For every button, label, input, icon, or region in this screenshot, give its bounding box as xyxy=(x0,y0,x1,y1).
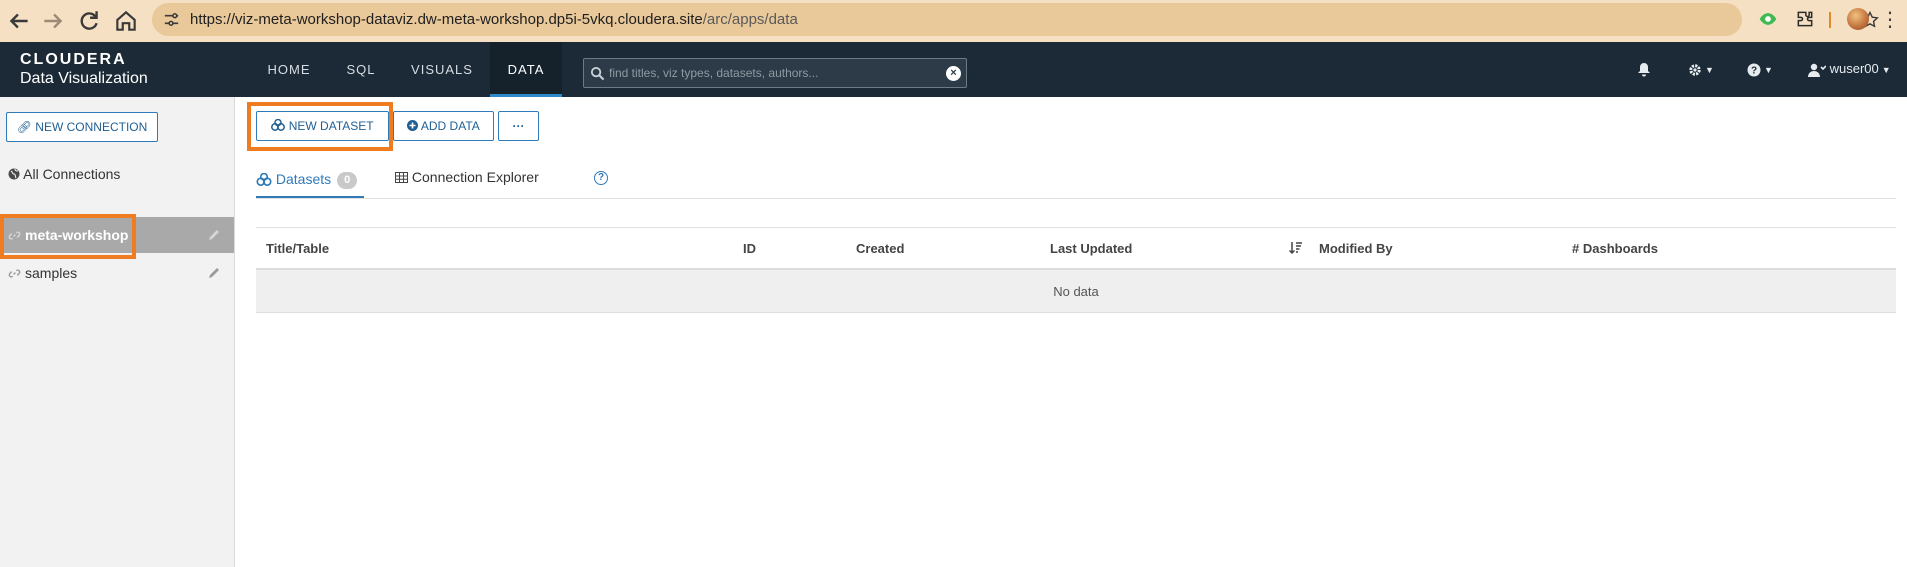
app-header: CLOUDERA Data Visualization HOME SQL VIS… xyxy=(0,42,1907,97)
nav-visuals[interactable]: VISUALS xyxy=(402,42,482,97)
nav-sql[interactable]: SQL xyxy=(340,42,382,97)
help-question-icon[interactable]: ? ▼ xyxy=(1747,58,1773,80)
link-icon: 🔗︎ xyxy=(16,120,32,134)
address-bar[interactable]: https://viz-meta-workshop-dataviz.dw-met… xyxy=(152,3,1879,36)
new-connection-button[interactable]: 🔗︎ NEW CONNECTION xyxy=(6,112,158,142)
home-icon[interactable] xyxy=(113,8,139,34)
extensions-puzzle-icon[interactable] xyxy=(1795,9,1815,29)
url-text: https://viz-meta-workshop-dataviz.dw-met… xyxy=(190,3,798,36)
datasets-icon xyxy=(256,172,272,186)
tab-connection-explorer-label: Connection Explorer xyxy=(411,169,539,185)
column-header-dashboards[interactable]: # Dashboards xyxy=(1572,228,1658,269)
forward-arrow-icon[interactable] xyxy=(40,8,66,34)
user-icon xyxy=(1808,63,1827,77)
add-data-label: ADD DATA xyxy=(420,119,480,133)
more-options-button[interactable]: ··· xyxy=(498,111,539,141)
datasets-icon xyxy=(271,118,286,131)
datasets-table: Title/Table ID Created Last Updated Modi… xyxy=(256,227,1896,313)
reload-icon[interactable] xyxy=(76,8,102,34)
table-header: Title/Table ID Created Last Updated Modi… xyxy=(256,227,1896,270)
back-arrow-icon[interactable] xyxy=(6,8,32,34)
tab-datasets[interactable]: Datasets 0 xyxy=(256,164,364,198)
url-host: https://viz-meta-workshop-dataviz.dw-met… xyxy=(190,11,703,28)
column-header-created[interactable]: Created xyxy=(856,228,904,269)
search-icon xyxy=(590,66,605,81)
empty-state-text: No data xyxy=(1053,284,1099,299)
search-clear-icon[interactable]: × xyxy=(946,66,961,81)
extension-eye-icon[interactable] xyxy=(1758,9,1778,29)
globe-icon xyxy=(8,168,20,180)
tab-datasets-label: Datasets xyxy=(275,171,332,187)
column-header-title[interactable]: Title/Table xyxy=(266,228,329,269)
column-header-modified-by[interactable]: Modified By xyxy=(1319,228,1393,269)
svg-text:?: ? xyxy=(1751,65,1757,76)
link-icon xyxy=(8,231,21,240)
new-connection-label: NEW CONNECTION xyxy=(35,120,148,134)
search-input[interactable] xyxy=(609,59,934,87)
brand-name: CLOUDERA xyxy=(20,51,127,68)
notifications-bell-icon[interactable] xyxy=(1637,58,1651,80)
nav-home[interactable]: HOME xyxy=(256,42,322,97)
tabs-divider xyxy=(256,198,1896,199)
search-box: × xyxy=(583,58,967,88)
edit-pencil-icon[interactable] xyxy=(207,266,221,280)
new-dataset-button[interactable]: NEW DATASET xyxy=(256,111,389,141)
help-icon[interactable]: ? xyxy=(594,171,608,185)
browser-toolbar: https://viz-meta-workshop-dataviz.dw-met… xyxy=(0,0,1907,42)
datasets-count-badge: 0 xyxy=(337,171,358,189)
connections-sidebar: 🔗︎ NEW CONNECTION All Connections meta-w… xyxy=(0,97,235,567)
edit-pencil-icon[interactable] xyxy=(207,228,221,242)
connection-label: samples xyxy=(25,265,78,281)
nav-data[interactable]: DATA xyxy=(490,42,562,97)
column-header-id[interactable]: ID xyxy=(743,228,756,269)
all-connections-label: All Connections xyxy=(23,166,121,182)
connection-item-meta-workshop[interactable]: meta-workshop xyxy=(0,217,234,253)
settings-gear-icon[interactable]: ▼ xyxy=(1688,58,1714,80)
connection-label: meta-workshop xyxy=(25,227,129,243)
link-icon xyxy=(8,269,21,278)
sort-descending-icon[interactable] xyxy=(1288,228,1303,269)
browser-menu-icon[interactable]: ⋮ xyxy=(1880,9,1900,31)
brand-logo[interactable]: CLOUDERA Data Visualization xyxy=(20,51,148,88)
new-dataset-label: NEW DATASET xyxy=(288,119,374,133)
browser-profile-avatar[interactable] xyxy=(1847,8,1869,30)
brand-product: Data Visualization xyxy=(20,70,148,87)
all-connections-link[interactable]: All Connections xyxy=(8,166,120,182)
plus-circle-icon xyxy=(407,120,419,131)
user-menu[interactable]: wuser00 ▼ xyxy=(1808,58,1891,80)
user-name: wuser00 xyxy=(1829,61,1879,76)
table-grid-icon xyxy=(395,172,408,183)
add-data-button[interactable]: ADD DATA xyxy=(393,111,494,141)
tab-connection-explorer[interactable]: Connection Explorer xyxy=(395,164,539,198)
empty-state-row: No data xyxy=(256,270,1896,313)
toolbar-divider xyxy=(1829,12,1831,28)
column-header-last-updated[interactable]: Last Updated xyxy=(1050,228,1132,269)
connection-item-samples[interactable]: samples xyxy=(0,255,234,291)
site-info-icon[interactable] xyxy=(162,10,181,29)
url-path: /arc/apps/data xyxy=(702,11,798,28)
